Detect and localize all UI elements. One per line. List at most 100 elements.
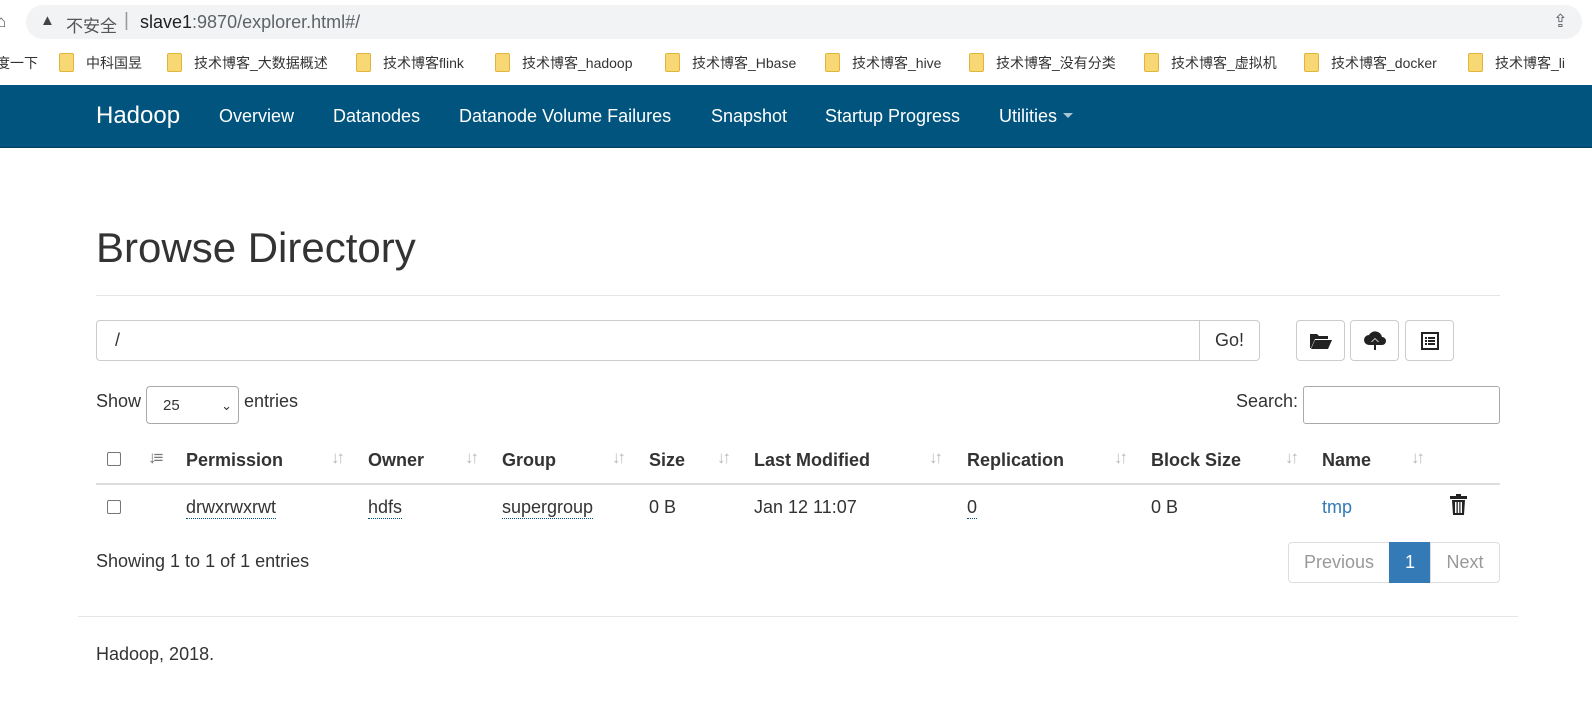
nav-overview[interactable]: Overview — [219, 106, 294, 127]
bookmark-label: 技术博客_大数据概述 — [194, 55, 328, 71]
bookmark-item[interactable]: 技术博客_hadoop — [495, 53, 633, 73]
column-header-group[interactable]: Group — [502, 450, 556, 471]
sort-icon[interactable]: ↓↑ — [465, 448, 479, 468]
bookmark-label: 技术博客_hadoop — [522, 55, 633, 71]
bookmarks-bar: 度一下 中科国昱 技术博客_大数据概述 技术博客flink 技术博客_hadoo… — [0, 43, 1592, 83]
table-info: Showing 1 to 1 of 1 entries — [96, 551, 310, 571]
bookmark-item[interactable]: 技术博客_没有分类 — [969, 53, 1116, 73]
owner-cell[interactable]: hdfs — [368, 497, 403, 519]
home-icon[interactable]: ⌂ — [0, 12, 6, 32]
bookmark-label: 技术博客_没有分类 — [996, 55, 1116, 71]
group-cell[interactable]: supergroup — [502, 497, 594, 519]
cut-paste-list-button[interactable] — [1405, 320, 1454, 361]
chevron-down-icon: ⌄ — [221, 398, 232, 413]
bookmark-item[interactable]: 技术博客_虚拟机 — [1144, 53, 1277, 73]
folder-icon — [665, 53, 680, 72]
sort-icon[interactable]: ↓↑ — [1285, 448, 1299, 468]
column-header-name[interactable]: Name — [1322, 450, 1371, 471]
bookmark-label: 技术博客_docker — [1331, 55, 1437, 71]
go-button[interactable]: Go! — [1199, 320, 1260, 361]
sort-icon[interactable]: ↓↑ — [331, 448, 345, 468]
bookmark-item[interactable]: 技术博客_Hbase — [665, 53, 796, 73]
row-checkbox[interactable] — [107, 500, 121, 514]
entries-select-value: 25 — [163, 397, 180, 414]
create-directory-button[interactable] — [1296, 320, 1345, 361]
bookmark-item[interactable]: 度一下 — [0, 53, 38, 73]
url-path: :9870/explorer.html#/ — [192, 12, 361, 32]
search-input[interactable] — [1303, 386, 1500, 424]
bookmark-item[interactable]: 中科国昱 — [59, 53, 142, 73]
sort-icon[interactable]: ↓↑ — [1114, 448, 1128, 468]
nav-datanode-volume-failures[interactable]: Datanode Volume Failures — [459, 106, 671, 127]
footer-text: Hadoop, 2018. — [96, 644, 215, 664]
folder-icon — [1468, 53, 1483, 72]
replication-cell[interactable]: 0 — [967, 497, 978, 519]
column-header-permission[interactable]: Permission — [186, 450, 283, 471]
search-label: Search: — [1236, 391, 1299, 411]
bookmark-label: 技术博客_Hbase — [692, 55, 797, 71]
main-navbar: Hadoop Overview Datanodes Datanode Volum… — [0, 85, 1592, 148]
nav-utilities-label: Utilities — [999, 106, 1058, 126]
last-modified-cell: Jan 12 11:07 — [754, 497, 857, 517]
url-text[interactable]: slave1:9870/explorer.html#/ — [140, 12, 360, 33]
directory-path-input[interactable] — [96, 320, 1200, 361]
nav-startup-progress[interactable]: Startup Progress — [825, 106, 960, 127]
bookmark-label: 技术博客flink — [383, 55, 464, 71]
page-1-button[interactable]: 1 — [1389, 542, 1431, 583]
warning-icon[interactable]: ▲ — [40, 12, 55, 29]
bookmark-item[interactable]: 技术博客flink — [356, 53, 464, 73]
select-all-checkbox[interactable] — [107, 452, 121, 466]
bookmark-label: 技术博客_li — [1495, 55, 1566, 71]
folder-icon — [356, 53, 371, 72]
column-header-replication[interactable]: Replication — [967, 450, 1064, 471]
bookmark-item[interactable]: 技术博客_大数据概述 — [167, 53, 328, 73]
url-field[interactable]: ▲ 不安全 | slave1:9870/explorer.html#/ ⇪ — [26, 5, 1582, 39]
sort-icon[interactable]: ↓↑ — [717, 448, 731, 468]
column-header-block-size[interactable]: Block Size — [1151, 450, 1241, 471]
url-host: slave1 — [140, 12, 193, 32]
permission-cell[interactable]: drwxrwxrwt — [186, 497, 276, 519]
column-header-size[interactable]: Size — [649, 450, 685, 471]
bookmark-label: 度一下 — [0, 55, 38, 71]
nav-snapshot[interactable]: Snapshot — [711, 106, 787, 127]
folder-icon — [59, 53, 74, 72]
footer-divider — [78, 616, 1518, 617]
entries-per-page-select[interactable]: 25 ⌄ — [146, 386, 239, 424]
upload-files-button[interactable] — [1350, 320, 1399, 361]
column-header-owner[interactable]: Owner — [368, 450, 424, 471]
folder-icon — [167, 53, 182, 72]
sort-icon[interactable]: ↓↑ — [1411, 448, 1425, 468]
browser-address-bar: ⌂ ▲ 不安全 | slave1:9870/explorer.html#/ ⇪ — [0, 0, 1592, 43]
sort-icon[interactable]: ↓↑ — [929, 448, 943, 468]
bookmark-label: 中科国昱 — [86, 55, 142, 71]
folder-open-icon — [1309, 333, 1332, 349]
bookmark-label: 技术博客_虚拟机 — [1171, 55, 1277, 71]
share-icon[interactable]: ⇪ — [1553, 11, 1568, 32]
name-link[interactable]: tmp — [1322, 497, 1352, 518]
caret-down-icon — [1063, 113, 1074, 118]
bookmark-label: 技术博客_hive — [852, 55, 942, 71]
column-header-last-modified[interactable]: Last Modified — [754, 450, 870, 471]
next-page-button[interactable]: Next — [1430, 542, 1500, 583]
cloud-upload-icon — [1363, 330, 1386, 350]
size-cell: 0 B — [649, 497, 677, 517]
folder-icon — [969, 53, 984, 72]
url-separator: | — [124, 10, 129, 31]
sort-icon[interactable]: ↓↑ — [612, 448, 626, 468]
table-header-divider — [96, 483, 1500, 485]
trash-icon[interactable] — [1450, 494, 1467, 515]
bookmark-item[interactable]: 技术博客_li — [1468, 53, 1565, 73]
entries-label: entries — [244, 391, 299, 411]
previous-page-button[interactable]: Previous — [1288, 542, 1390, 583]
nav-datanodes[interactable]: Datanodes — [333, 106, 420, 127]
show-label: Show — [96, 391, 142, 411]
bookmark-item[interactable]: 技术博客_hive — [825, 53, 941, 73]
sort-icon[interactable]: ↓≡ — [148, 448, 164, 468]
folder-icon — [825, 53, 840, 72]
page-title: Browse Directory — [96, 224, 416, 271]
insecure-label[interactable]: 不安全 — [66, 12, 117, 37]
list-icon — [1420, 331, 1439, 350]
nav-utilities-dropdown[interactable]: Utilities — [999, 106, 1074, 127]
bookmark-item[interactable]: 技术博客_docker — [1304, 53, 1437, 73]
brand-link[interactable]: Hadoop — [96, 102, 180, 130]
